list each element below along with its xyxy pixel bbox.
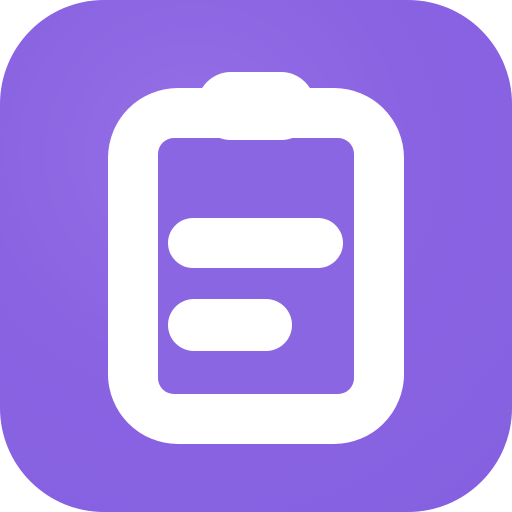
clipboard-line-short <box>168 299 292 351</box>
clipboard-line-long <box>168 218 343 268</box>
clipboard-clip <box>197 72 315 140</box>
clipboard-icon <box>108 72 404 444</box>
app-icon[interactable] <box>0 0 512 512</box>
